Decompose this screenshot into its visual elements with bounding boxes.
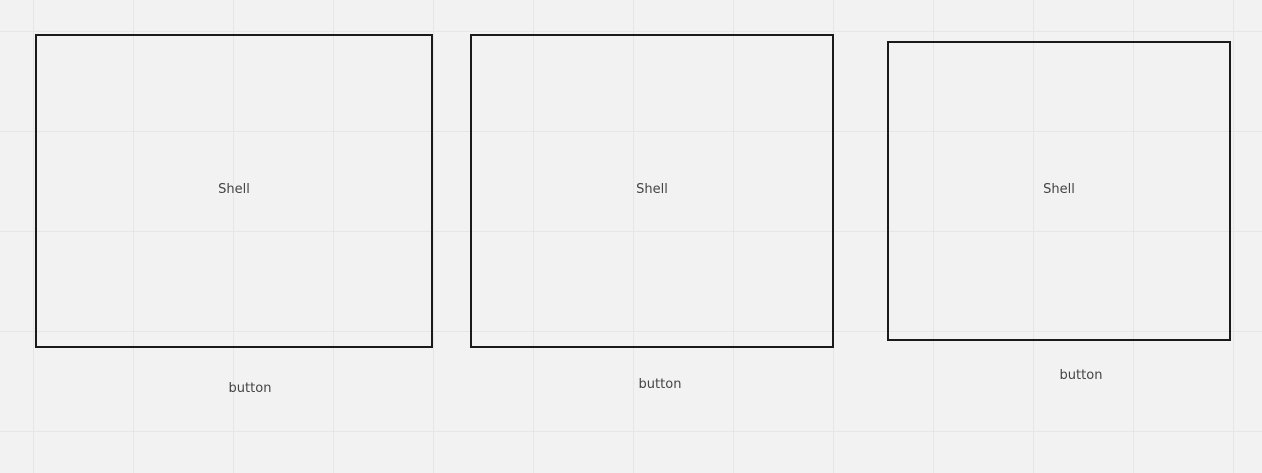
shell-label-3: Shell — [1043, 182, 1075, 197]
button-caption-3: button — [1059, 368, 1103, 383]
button-caption-1: button — [228, 381, 272, 396]
shell-label-2: Shell — [636, 182, 668, 197]
diagram-canvas: Shell button Shell button Shell button — [0, 0, 1262, 473]
button-caption-2: button — [638, 377, 682, 392]
shell-label-1: Shell — [218, 182, 250, 197]
